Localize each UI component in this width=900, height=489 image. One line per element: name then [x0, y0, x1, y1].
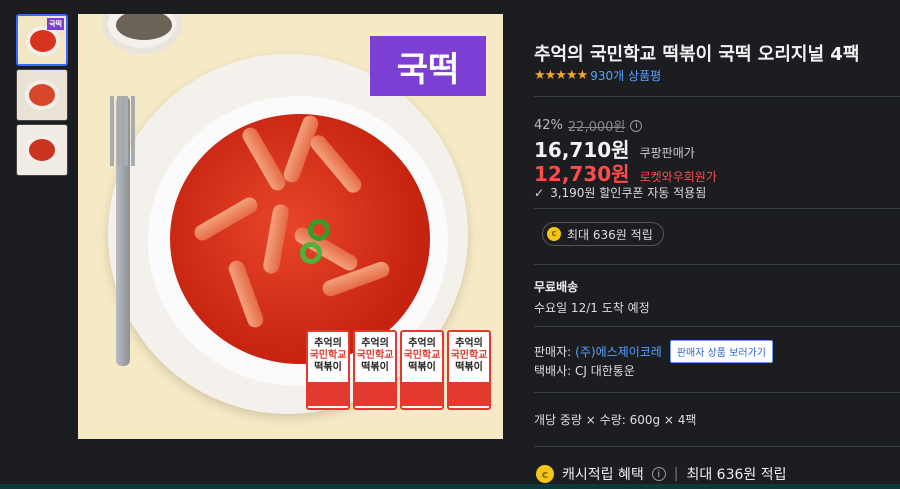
- bottom-bar: [0, 484, 900, 489]
- member-price-row: 12,730원 로켓와우회원가: [534, 158, 717, 187]
- member-price: 12,730원: [534, 162, 630, 186]
- check-icon: ✓: [534, 185, 545, 200]
- cash-reward-label: 캐시적립 혜택: [562, 467, 644, 483]
- separator: |: [673, 466, 679, 482]
- info-icon[interactable]: i: [651, 467, 666, 481]
- pack-text: 국민학교: [356, 350, 394, 361]
- package-pack: 추억의 국민학교 떡볶이: [306, 330, 350, 410]
- green-pepper: [300, 242, 322, 264]
- product-title: 추억의 국민학교 떡볶이 국떡 오리지널 4팩: [534, 44, 860, 65]
- delivery-date: 수요일 12/1 도착 예정: [534, 301, 650, 315]
- divider: [534, 264, 900, 265]
- divider: [534, 96, 900, 97]
- pack-text: 국민학교: [403, 350, 441, 361]
- thumbnail-3[interactable]: [16, 124, 68, 176]
- pack-text: 떡볶이: [408, 362, 436, 373]
- pack-text: 떡볶이: [455, 362, 483, 373]
- pack-stripe: [355, 382, 395, 406]
- thumbnail-food-image: [25, 80, 59, 110]
- pack-stripe: [402, 382, 442, 406]
- divider: [534, 392, 900, 393]
- pack-text: 추억의: [408, 338, 436, 349]
- shipping-title: 무료배송: [534, 280, 579, 294]
- thumbnail-food-image: [26, 26, 60, 56]
- review-count-link[interactable]: 930개 상품평: [590, 67, 661, 84]
- original-price: 22,000원: [567, 120, 626, 135]
- pack-stripe: [308, 382, 348, 406]
- info-icon[interactable]: i: [630, 119, 643, 132]
- package-images: 추억의 국민학교 떡볶이 추억의 국민학교 떡볶이 추억의 국민학교 떡볶이 추…: [306, 330, 491, 410]
- star-rating-icon: ★★★★★: [534, 68, 588, 83]
- thumbnail-food-image: [25, 135, 59, 165]
- discount-percent: 42%: [534, 118, 563, 133]
- green-pepper: [308, 219, 330, 241]
- pack-text: 국민학교: [309, 350, 347, 361]
- pack-text: 떡볶이: [314, 362, 342, 373]
- seller-name-link[interactable]: (주)에스제이코레: [575, 343, 662, 360]
- coin-icon: c: [536, 465, 554, 483]
- seller-label: 판매자:: [534, 345, 572, 359]
- weight-quantity-info: 개당 중량 × 수량: 600g × 4팩: [534, 413, 697, 427]
- coin-icon: c: [547, 227, 561, 241]
- pack-text: 떡볶이: [361, 362, 389, 373]
- pack-text: 추억의: [314, 338, 342, 349]
- member-price-label: 로켓와우회원가: [639, 170, 717, 184]
- package-pack: 추억의 국민학교 떡볶이: [353, 330, 397, 410]
- courier-info: 택배사: CJ 대한통운: [534, 364, 635, 378]
- seller-row: 판매자: (주)에스제이코레 판매자 상품 보러가기: [534, 340, 773, 363]
- pack-text: 추억의: [361, 338, 389, 349]
- reward-badge[interactable]: c 최대 636원 적립: [542, 222, 664, 246]
- package-pack: 추억의 국민학교 떡볶이: [447, 330, 491, 410]
- cash-reward-row: c 캐시적립 혜택 i | 최대 636원 적립: [536, 464, 786, 484]
- pack-stripe: [449, 382, 489, 406]
- divider: [534, 446, 900, 447]
- package-pack: 추억의 국민학교 떡볶이: [400, 330, 444, 410]
- thumbnail-list: 국떡: [16, 14, 68, 179]
- spice-dish-image: [102, 14, 182, 54]
- pack-text: 국민학교: [450, 350, 488, 361]
- reward-text: 최대 636원 적립: [567, 227, 653, 242]
- seller-products-button[interactable]: 판매자 상품 보러가기: [669, 340, 773, 363]
- main-product-image[interactable]: 국떡 추억의 국민학교 떡볶이 추억의 국민학교 떡볶이 추억의 국민학교 떡볶…: [78, 14, 503, 439]
- rating-row: ★★★★★ 930개 상품평: [534, 67, 661, 84]
- cash-reward-value: 최대 636원 적립: [686, 467, 787, 483]
- coupon-text: 3,190원 할인쿠폰 자동 적용됨: [550, 186, 707, 200]
- pack-text: 추억의: [455, 338, 483, 349]
- coupon-row: ✓ 3,190원 할인쿠폰 자동 적용됨: [534, 184, 706, 201]
- discount-row: 42% 22,000원 i: [534, 116, 643, 135]
- brand-badge: 국떡: [370, 36, 486, 96]
- divider: [534, 326, 900, 327]
- thumbnail-2[interactable]: [16, 69, 68, 121]
- thumbnail-1[interactable]: 국떡: [16, 14, 68, 66]
- thumbnail-brand-tag: 국떡: [47, 18, 64, 30]
- divider: [534, 208, 900, 209]
- fork-image: [110, 96, 136, 366]
